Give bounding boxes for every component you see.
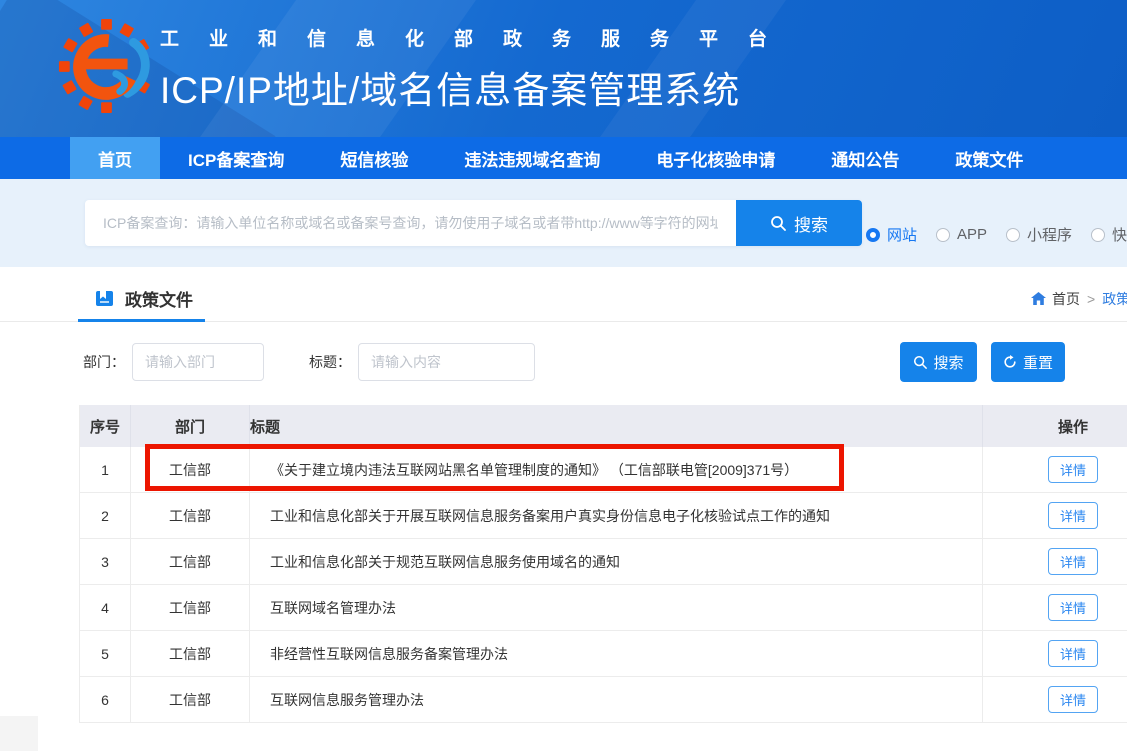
section-header: 政策文件 首页 > 政策文件 — [0, 267, 1127, 322]
radio-selected-icon — [866, 228, 880, 242]
active-tab-underline — [78, 319, 205, 322]
breadcrumb-home-link[interactable]: 首页 — [1031, 289, 1080, 309]
row-index: 1 — [80, 447, 131, 492]
col-header-dept: 部门 — [131, 405, 250, 447]
nav-item-policy-files[interactable]: 政策文件 — [927, 137, 1051, 179]
nav-item-icp-query[interactable]: ICP备案查询 — [160, 137, 312, 179]
row-title: 工业和信息化部关于规范互联网信息服务使用域名的通知 — [250, 539, 983, 584]
nav-item-notices[interactable]: 通知公告 — [803, 137, 927, 179]
policy-file-icon — [95, 289, 114, 308]
search-icon — [913, 355, 927, 369]
filter-reset-button[interactable]: 重置 — [991, 342, 1065, 382]
row-dept: 工信部 — [131, 585, 250, 630]
filter-reset-label: 重置 — [1023, 352, 1053, 373]
radio-label: 网站 — [887, 224, 917, 245]
filter-bar: 部门： 标题： — [83, 342, 535, 382]
detail-button[interactable]: 详情 — [1048, 456, 1098, 483]
col-header-title: 标题 — [250, 405, 983, 447]
radio-label: APP — [957, 226, 987, 243]
icp-search-button[interactable]: 搜索 — [736, 200, 862, 246]
row-title: 互联网域名管理办法 — [250, 585, 983, 630]
row-title: 工业和信息化部关于开展互联网信息服务备案用户真实身份信息电子化核验试点工作的通知 — [250, 493, 983, 538]
nav-item-illegal-domain-query[interactable]: 违法违规域名查询 — [436, 137, 628, 179]
radio-label: 小程序 — [1027, 224, 1072, 245]
page-gutter — [0, 716, 38, 751]
row-dept: 工信部 — [131, 677, 250, 722]
breadcrumb-current[interactable]: 政策文件 — [1102, 289, 1127, 309]
row-index: 4 — [80, 585, 131, 630]
icp-search-input[interactable] — [85, 200, 736, 246]
radio-mini-program[interactable]: 小程序 — [1006, 224, 1072, 245]
search-button-label: 搜索 — [794, 211, 828, 236]
icp-search-box: 搜索 — [85, 200, 862, 246]
table-row: 3 工信部 工业和信息化部关于规范互联网信息服务使用域名的通知 详情 — [80, 539, 1127, 585]
brand-subtitle: 工业和信息化部政务服务平台 — [160, 24, 797, 51]
title-filter-label: 标题： — [309, 352, 351, 372]
dept-filter-input[interactable] — [132, 343, 264, 381]
row-dept: 工信部 — [131, 493, 250, 538]
main-nav: 首页 ICP备案查询 短信核验 违法违规域名查询 电子化核验申请 通知公告 政策… — [0, 137, 1127, 179]
col-header-index: 序号 — [80, 405, 131, 447]
detail-button[interactable]: 详情 — [1048, 686, 1098, 713]
section-title: 政策文件 — [95, 286, 193, 311]
filter-search-button[interactable]: 搜索 — [900, 342, 977, 382]
table-row: 2 工信部 工业和信息化部关于开展互联网信息服务备案用户真实身份信息电子化核验试… — [80, 493, 1127, 539]
filter-search-label: 搜索 — [933, 352, 963, 373]
detail-button[interactable]: 详情 — [1048, 640, 1098, 667]
row-title: 互联网信息服务管理办法 — [250, 677, 983, 722]
row-title: 《关于建立境内违法互联网站黑名单管理制度的通知》 （工信部联电管[2009]37… — [250, 447, 983, 492]
radio-icon — [1006, 228, 1020, 242]
home-icon — [1031, 292, 1046, 306]
nav-item-e-verify-apply[interactable]: 电子化核验申请 — [628, 137, 803, 179]
radio-quick-app[interactable]: 快应用 — [1091, 224, 1127, 245]
top-banner: 工业和信息化部政务服务平台 ICP/IP地址/域名信息备案管理系统 — [0, 0, 1127, 137]
breadcrumb-separator: > — [1087, 291, 1095, 307]
table-row: 4 工信部 互联网域名管理办法 详情 — [80, 585, 1127, 631]
row-index: 3 — [80, 539, 131, 584]
search-type-radio-group: 网站 APP 小程序 快应用 — [866, 224, 1127, 245]
radio-app[interactable]: APP — [936, 226, 987, 243]
row-dept: 工信部 — [131, 447, 250, 492]
col-header-action: 操作 — [983, 405, 1127, 447]
site-brand: 工业和信息化部政务服务平台 ICP/IP地址/域名信息备案管理系统 — [160, 24, 797, 114]
radio-website[interactable]: 网站 — [866, 224, 917, 245]
policy-table: 序号 部门 标题 操作 1 工信部 《关于建立境内违法互联网站黑名单管理制度的通… — [79, 405, 1127, 723]
miit-logo-icon — [57, 17, 155, 115]
row-index: 5 — [80, 631, 131, 676]
page-title: ICP/IP地址/域名信息备案管理系统 — [160, 60, 797, 114]
detail-button[interactable]: 详情 — [1048, 548, 1098, 575]
table-header-row: 序号 部门 标题 操作 — [80, 405, 1127, 447]
nav-item-sms-verify[interactable]: 短信核验 — [312, 137, 436, 179]
icp-search-section: 搜索 网站 APP 小程序 快应用 — [0, 179, 1127, 267]
row-index: 6 — [80, 677, 131, 722]
dept-filter-label: 部门： — [83, 352, 125, 372]
nav-item-home[interactable]: 首页 — [70, 137, 160, 179]
table-row: 5 工信部 非经营性互联网信息服务备案管理办法 详情 — [80, 631, 1127, 677]
radio-label: 快应用 — [1112, 224, 1127, 245]
radio-icon — [1091, 228, 1105, 242]
breadcrumb: 首页 > 政策文件 — [1031, 289, 1127, 309]
radio-icon — [936, 228, 950, 242]
row-dept: 工信部 — [131, 539, 250, 584]
row-index: 2 — [80, 493, 131, 538]
refresh-icon — [1003, 355, 1017, 369]
title-filter-input[interactable] — [358, 343, 535, 381]
detail-button[interactable]: 详情 — [1048, 502, 1098, 529]
breadcrumb-home-label: 首页 — [1052, 289, 1080, 309]
table-row: 1 工信部 《关于建立境内违法互联网站黑名单管理制度的通知》 （工信部联电管[2… — [80, 447, 1127, 493]
search-icon — [770, 215, 786, 231]
row-title: 非经营性互联网信息服务备案管理办法 — [250, 631, 983, 676]
section-title-label: 政策文件 — [125, 286, 193, 311]
table-row: 6 工信部 互联网信息服务管理办法 详情 — [80, 677, 1127, 723]
detail-button[interactable]: 详情 — [1048, 594, 1098, 621]
row-dept: 工信部 — [131, 631, 250, 676]
